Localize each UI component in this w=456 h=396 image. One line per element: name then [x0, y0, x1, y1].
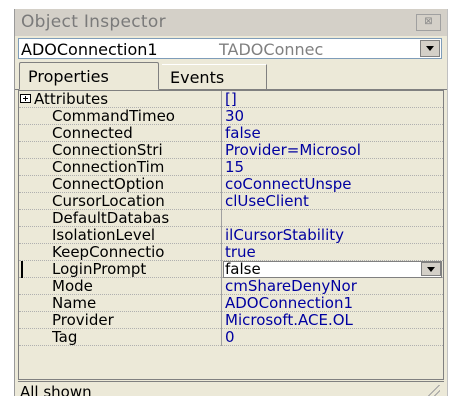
property-row-provider[interactable]: Provider Microsoft.ACE.OL [19, 312, 443, 329]
status-bar: All shown [18, 381, 444, 396]
property-value[interactable]: [] [225, 91, 443, 108]
property-row-defaultdatabase[interactable]: DefaultDatabas [19, 210, 443, 227]
property-name: ConnectionTim [52, 159, 165, 176]
component-type: TADOConnec [219, 40, 324, 59]
component-selector[interactable]: ADOConnection1 TADOConnec [18, 38, 442, 59]
property-row-connected[interactable]: Connected false [19, 125, 443, 142]
title-bar[interactable]: Object Inspector ⊠ [15, 9, 447, 36]
selection-marker [21, 261, 23, 278]
component-name: ADOConnection1 [21, 40, 158, 59]
resize-grip-icon[interactable] [428, 385, 440, 396]
property-value[interactable]: ilCursorStability [225, 227, 443, 244]
column-divider [221, 176, 222, 193]
property-row-isolationlevel[interactable]: IsolationLevel ilCursorStability [19, 227, 443, 244]
property-row-connectionstring[interactable]: ConnectionStri Provider=Microsol [19, 142, 443, 159]
column-divider [221, 159, 222, 176]
column-divider [221, 91, 222, 108]
column-divider [221, 329, 222, 346]
column-divider [221, 125, 222, 142]
property-row-commandtimeout[interactable]: CommandTimeo 30 [19, 108, 443, 125]
property-name: Connected [52, 125, 133, 142]
inspector-tabs: Properties Events [15, 61, 447, 90]
property-name: CommandTimeo [52, 108, 175, 125]
property-name: KeepConnectio [52, 244, 165, 261]
property-name: Attributes [34, 91, 109, 108]
expand-plus-icon[interactable] [20, 94, 31, 103]
property-row-loginprompt[interactable]: LoginPrompt false [19, 261, 443, 278]
chevron-down-icon[interactable] [420, 40, 440, 57]
property-row-attributes[interactable]: Attributes [] [19, 91, 443, 108]
column-divider [221, 108, 222, 125]
property-row-name[interactable]: Name ADOConnection1 [19, 295, 443, 312]
property-name: DefaultDatabas [52, 210, 170, 227]
property-grid: Attributes [] CommandTimeo 30 Connected … [18, 90, 444, 380]
property-value[interactable]: ADOConnection1 [225, 295, 443, 312]
chevron-down-icon[interactable] [421, 262, 441, 276]
window-title: Object Inspector [21, 12, 166, 32]
property-value[interactable]: 0 [225, 329, 443, 346]
column-divider [221, 227, 222, 244]
property-row-cursorlocation[interactable]: CursorLocation clUseClient [19, 193, 443, 210]
property-name: ConnectOption [52, 176, 165, 193]
property-value[interactable]: cmShareDenyNor [225, 278, 443, 295]
property-name: LoginPrompt [52, 261, 147, 278]
property-value[interactable]: clUseClient [225, 193, 443, 210]
column-divider [221, 210, 222, 227]
property-value[interactable]: false [225, 125, 443, 142]
property-name: Provider [52, 312, 114, 329]
column-divider [221, 312, 222, 329]
tab-properties[interactable]: Properties [19, 62, 159, 90]
property-value[interactable]: true [225, 244, 443, 261]
column-divider [221, 295, 222, 312]
property-name: Tag [52, 329, 78, 346]
object-inspector-window: Object Inspector ⊠ ADOConnection1 TADOCo… [14, 9, 448, 396]
property-name: CursorLocation [52, 193, 165, 210]
property-value[interactable]: Provider=Microsol [225, 142, 443, 159]
property-name: ConnectionStri [52, 142, 163, 159]
property-value[interactable]: Microsoft.ACE.OL [225, 312, 443, 329]
column-divider [221, 244, 222, 261]
property-row-connectoption[interactable]: ConnectOption coConnectUnspe [19, 176, 443, 193]
property-row-connectiontimeout[interactable]: ConnectionTim 15 [19, 159, 443, 176]
property-value[interactable] [225, 210, 443, 227]
property-row-tag[interactable]: Tag 0 [19, 329, 443, 346]
property-value[interactable]: false [225, 261, 443, 278]
property-value[interactable]: coConnectUnspe [225, 176, 443, 193]
close-icon[interactable]: ⊠ [416, 14, 441, 31]
property-row-mode[interactable]: Mode cmShareDenyNor [19, 278, 443, 295]
property-value[interactable]: 30 [225, 108, 443, 125]
property-name: Name [52, 295, 97, 312]
status-text: All shown [20, 383, 92, 396]
property-name: IsolationLevel [52, 227, 156, 244]
tab-events[interactable]: Events [162, 64, 267, 90]
property-row-keepconnection[interactable]: KeepConnectio true [19, 244, 443, 261]
column-divider [221, 193, 222, 210]
column-divider [221, 278, 222, 295]
column-divider [221, 142, 222, 159]
property-name: Mode [52, 278, 93, 295]
column-divider [221, 261, 222, 278]
property-value[interactable]: 15 [225, 159, 443, 176]
